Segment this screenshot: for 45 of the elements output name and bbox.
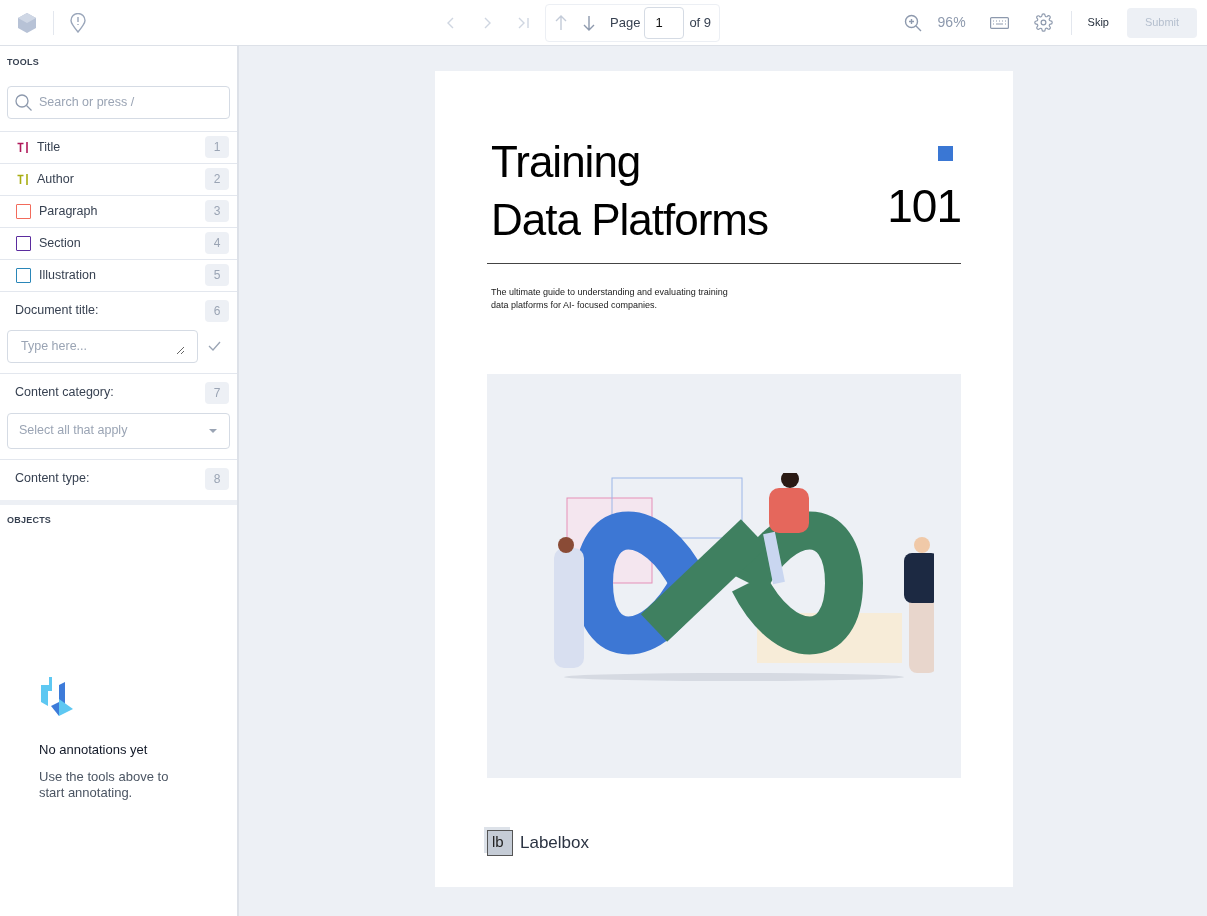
document-title: Data Platforms <box>491 194 768 246</box>
square-mark <box>938 146 953 161</box>
empty-state-icon <box>39 677 74 716</box>
tool-item[interactable]: Illustration 5 <box>0 259 237 292</box>
page-number-field[interactable]: 1 <box>644 6 685 39</box>
shortcut-key: 2 <box>205 168 229 190</box>
question-label: Document title: <box>15 302 100 320</box>
down-arrow-icon[interactable] <box>582 14 596 31</box>
resize-handle-icon[interactable] <box>176 345 185 355</box>
shortcut-key: 4 <box>205 232 229 254</box>
text-answer-field[interactable]: Type here... <box>7 329 198 363</box>
check-icon[interactable] <box>208 341 221 351</box>
app-logo-icon[interactable] <box>17 11 37 34</box>
zoom-in-icon[interactable] <box>903 13 922 32</box>
shortcut-key: 8 <box>205 467 229 490</box>
document-subtitle: The ultimate guide to understanding and evaluating training data platforms for AI- focused companies. <box>491 286 729 312</box>
shortcut-key: 3 <box>205 200 229 222</box>
skip-button[interactable]: Skip <box>1077 7 1119 38</box>
logo-text: Labelbox <box>520 832 589 855</box>
tool-item[interactable]: Paragraph 3 <box>0 195 237 228</box>
caret-icon <box>209 428 217 433</box>
tool-item[interactable]: Title 1 <box>0 131 237 164</box>
shortcut-key: 7 <box>205 381 229 404</box>
document-number: 101 <box>887 181 961 231</box>
tool-item[interactable]: Author 2 <box>0 163 237 196</box>
search-field[interactable]: Search or press / <box>7 85 230 119</box>
tool-item[interactable]: Section 4 <box>0 227 237 260</box>
settings-icon[interactable] <box>1033 13 1053 32</box>
shortcut-key: 1 <box>205 136 229 158</box>
search-icon <box>15 93 32 111</box>
empty-state-title: No annotations yet <box>39 741 148 759</box>
question-label: Content category: <box>15 384 115 402</box>
logo-mark: lb <box>487 830 513 856</box>
empty-state-text: Use the tools above to start annotating. <box>39 768 170 801</box>
shortcut-key: 6 <box>205 299 229 322</box>
objects-heading: OBJECTS <box>7 513 52 527</box>
shortcut-key: 5 <box>205 264 229 286</box>
tools-heading: TOOLS <box>7 56 39 69</box>
page-label: Page <box>610 13 641 32</box>
keyboard-icon[interactable] <box>989 16 1009 29</box>
up-arrow-icon[interactable] <box>554 14 568 31</box>
alert-pin-icon[interactable] <box>70 12 86 33</box>
document-title: Training <box>491 136 642 188</box>
page-total: of 9 <box>689 13 712 32</box>
question-label: Content type: <box>15 470 91 488</box>
